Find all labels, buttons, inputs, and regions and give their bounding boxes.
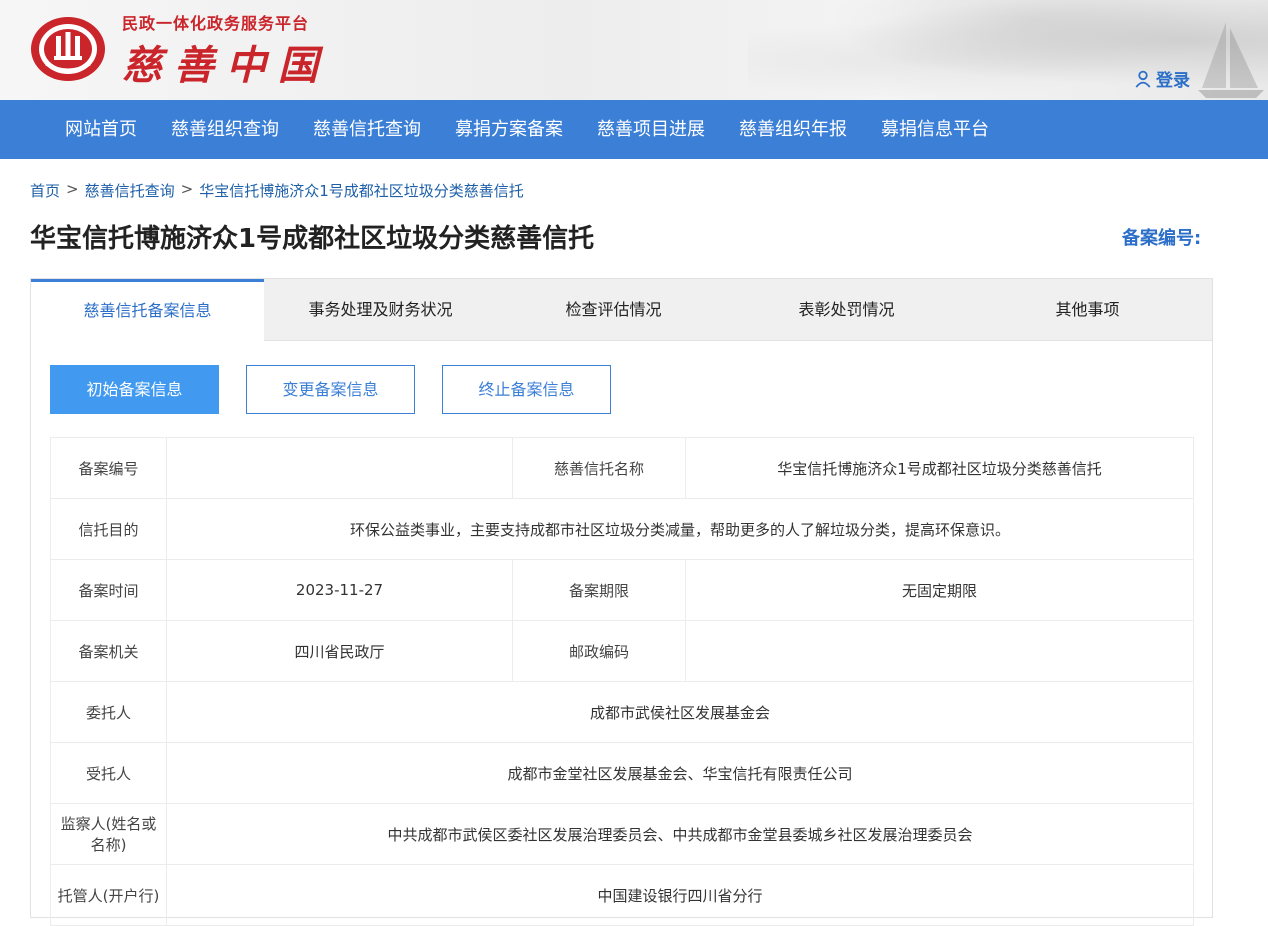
table-row: 信托目的 环保公益类事业，主要支持成都市社区垃圾分类减量，帮助更多的人了解垃圾分… <box>50 498 1194 560</box>
trust-name-value: 华宝信托博施济众1号成都社区垃圾分类慈善信托 <box>685 437 1194 499</box>
termination-filing-button[interactable]: 终止备案信息 <box>442 365 611 414</box>
site-header: 民政一体化政务服务平台 慈善中国 登录 <box>0 0 1268 100</box>
record-no-value <box>166 437 513 499</box>
main-nav: 网站首页 慈善组织查询 慈善信托查询 募捐方案备案 慈善项目进展 慈善组织年报 … <box>0 100 1268 159</box>
filing-type-buttons: 初始备案信息 变更备案信息 终止备案信息 <box>50 365 611 414</box>
detail-panel: 慈善信托备案信息 事务处理及财务状况 检查评估情况 表彰处罚情况 其他事项 初始… <box>30 278 1213 926</box>
custodian-value: 中国建设银行四川省分行 <box>166 864 1194 926</box>
site-title[interactable]: 慈善中国 <box>122 33 330 91</box>
settlor-label: 委托人 <box>50 681 167 743</box>
table-row: 监察人(姓名或名称) 中共成都市武侯区委社区发展治理委员会、中共成都市金堂县委城… <box>50 803 1194 865</box>
breadcrumb-home[interactable]: 首页 <box>30 180 60 201</box>
record-authority-label: 备案机关 <box>50 620 167 682</box>
initial-filing-button[interactable]: 初始备案信息 <box>50 365 219 414</box>
purpose-value: 环保公益类事业，主要支持成都市社区垃圾分类减量，帮助更多的人了解垃圾分类，提高环… <box>166 498 1194 560</box>
tab-affairs-finance[interactable]: 事务处理及财务状况 <box>264 279 497 341</box>
charity-logo-icon[interactable] <box>28 14 108 84</box>
table-row: 托管人(开户行) 中国建设银行四川省分行 <box>50 864 1194 926</box>
custodian-label: 托管人(开户行) <box>50 864 167 926</box>
page-title: 华宝信托博施济众1号成都社区垃圾分类慈善信托 <box>30 224 595 254</box>
tab-other-matters[interactable]: 其他事项 <box>963 279 1212 341</box>
supervisor-label: 监察人(姓名或名称) <box>50 803 167 865</box>
record-authority-value: 四川省民政厅 <box>166 620 513 682</box>
nav-item-trust-query[interactable]: 慈善信托查询 <box>296 100 438 159</box>
breadcrumb: 首页 > 慈善信托查询 > 华宝信托博施济众1号成都社区垃圾分类慈善信托 <box>30 180 524 201</box>
nav-item-fundraising-platform[interactable]: 募捐信息平台 <box>864 100 1006 159</box>
table-row: 备案时间 2023-11-27 备案期限 无固定期限 <box>50 559 1194 621</box>
postal-code-value <box>685 620 1194 682</box>
breadcrumb-trust-query[interactable]: 慈善信托查询 <box>85 180 175 201</box>
nav-item-fundraising-filing[interactable]: 募捐方案备案 <box>438 100 580 159</box>
table-row: 备案机关 四川省民政厅 邮政编码 <box>50 620 1194 682</box>
trustee-label: 受托人 <box>50 742 167 804</box>
table-row: 受托人 成都市金堂社区发展基金会、华宝信托有限责任公司 <box>50 742 1194 804</box>
nav-item-org-query[interactable]: 慈善组织查询 <box>154 100 296 159</box>
platform-subtitle: 民政一体化政务服务平台 <box>122 14 310 33</box>
table-row: 委托人 成都市武侯社区发展基金会 <box>50 681 1194 743</box>
breadcrumb-separator: > <box>180 180 194 198</box>
record-no-label: 备案编号 <box>50 437 167 499</box>
purpose-label: 信托目的 <box>50 498 167 560</box>
tab-bar: 慈善信托备案信息 事务处理及财务状况 检查评估情况 表彰处罚情况 其他事项 <box>31 279 1212 342</box>
postal-code-label: 邮政编码 <box>512 620 686 682</box>
tab-filing-info[interactable]: 慈善信托备案信息 <box>31 279 264 342</box>
record-time-label: 备案时间 <box>50 559 167 621</box>
nav-item-home[interactable]: 网站首页 <box>48 100 154 159</box>
breadcrumb-separator: > <box>66 180 79 198</box>
nav-item-project-progress[interactable]: 慈善项目进展 <box>580 100 722 159</box>
user-icon <box>1135 70 1151 88</box>
trustee-value: 成都市金堂社区发展基金会、华宝信托有限责任公司 <box>166 742 1194 804</box>
ink-wash-background <box>748 0 1268 100</box>
nav-item-annual-report[interactable]: 慈善组织年报 <box>722 100 864 159</box>
tab-inspection[interactable]: 检查评估情况 <box>497 279 730 341</box>
settlor-value: 成都市武侯社区发展基金会 <box>166 681 1194 743</box>
record-term-value: 无固定期限 <box>685 559 1194 621</box>
change-filing-button[interactable]: 变更备案信息 <box>246 365 415 414</box>
sailboat-decoration-icon <box>1198 22 1264 98</box>
login-label: 登录 <box>1156 71 1190 91</box>
record-time-value: 2023-11-27 <box>166 559 513 621</box>
breadcrumb-current[interactable]: 华宝信托博施济众1号成都社区垃圾分类慈善信托 <box>199 180 524 201</box>
supervisor-value: 中共成都市武侯区委社区发展治理委员会、中共成都市金堂县委城乡社区发展治理委员会 <box>166 803 1194 865</box>
filing-info-table: 备案编号 慈善信托名称 华宝信托博施济众1号成都社区垃圾分类慈善信托 信托目的 … <box>50 437 1194 926</box>
tab-awards-penalties[interactable]: 表彰处罚情况 <box>730 279 963 341</box>
record-term-label: 备案期限 <box>512 559 686 621</box>
trust-name-label: 慈善信托名称 <box>512 437 686 499</box>
login-button[interactable]: 登录 <box>1134 66 1190 91</box>
table-row: 备案编号 慈善信托名称 华宝信托博施济众1号成都社区垃圾分类慈善信托 <box>50 437 1194 499</box>
record-number-label: 备案编号: <box>1122 228 1202 249</box>
